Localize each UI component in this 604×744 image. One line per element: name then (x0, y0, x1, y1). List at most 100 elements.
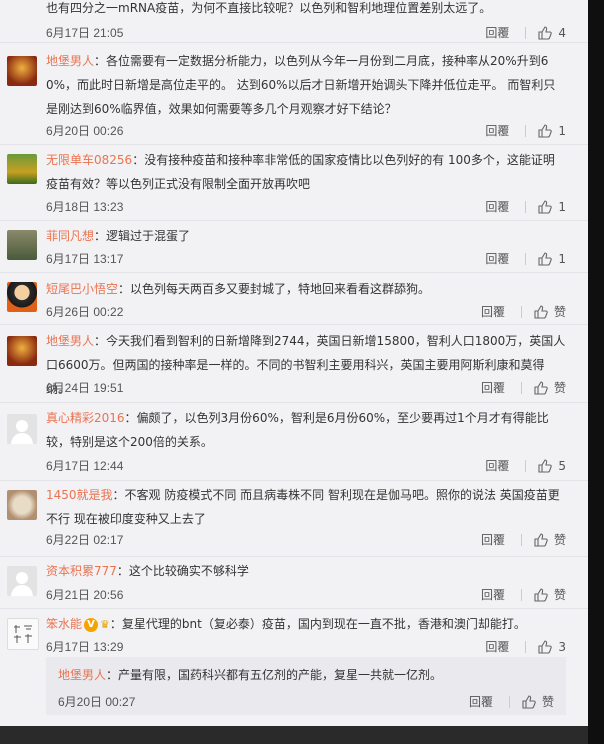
thumbs-up-icon (534, 587, 548, 602)
like-count: 赞 (553, 588, 566, 602)
reply-button[interactable]: 回覆 (469, 693, 493, 710)
comment-time: 6月21日 20:56 (46, 588, 124, 602)
username-link[interactable]: 短尾巴小悟空 (46, 282, 118, 296)
comment-text: 资本积累777：这个比较确实不够科学 (46, 564, 249, 578)
username-link[interactable]: 地堡男人 (58, 668, 106, 682)
like-count: 1 (558, 123, 566, 138)
comment-time: 6月17日 13:29 (46, 640, 124, 654)
reply-button[interactable]: 回覆 (485, 198, 509, 215)
scrollbar-track[interactable] (588, 0, 604, 744)
like-count: 1 (558, 251, 566, 266)
thumbs-up-icon (534, 304, 548, 319)
like-count: 5 (558, 458, 566, 473)
reply-text: 地堡男人：产量有限，国药科兴都有五亿剂的产能，复星一共就一亿剂。 (58, 668, 443, 682)
comment-time: 6月17日 12:44 (46, 459, 124, 473)
reply-button[interactable]: 回覆 (485, 457, 509, 474)
avatar[interactable] (7, 414, 37, 444)
nested-reply: 地堡男人：产量有限，国药科兴都有五亿剂的产能，复星一共就一亿剂。 6月20日 0… (46, 657, 566, 715)
avatar[interactable] (7, 282, 37, 312)
comment-item: 无限单车08256：没有接种疫苗和接种率非常低的国家疫情比以色列好的有 100多… (0, 144, 588, 221)
comment-text: 也有四分之一mRNA疫苗，为何不直接比较呢？以色列和智利地理位置差别太远了。 (46, 1, 492, 15)
thumbs-up-icon (534, 380, 548, 395)
like-count: 1 (558, 199, 566, 214)
comment-item: 地堡男人：各位需要有一定数据分析能力，以色列从今年一月份到二月底，接种率从20%… (0, 42, 588, 145)
username-link[interactable]: 无限单车08256 (46, 153, 132, 167)
comment-item: 地堡男人：今天我们看到智利的日新增降到2744，英国日新增15800，智利人口1… (0, 324, 588, 403)
thumbs-up-icon (522, 694, 536, 709)
like-button[interactable]: 赞 (534, 379, 566, 396)
like-button[interactable]: 1 (538, 252, 566, 266)
comment-panel: 也有四分之一mRNA疫苗，为何不直接比较呢？以色列和智利地理位置差别太远了。 6… (0, 0, 588, 726)
username-link[interactable]: 1450就是我 (46, 488, 113, 502)
comment-item: 也有四分之一mRNA疫苗，为何不直接比较呢？以色列和智利地理位置差别太远了。 6… (0, 0, 588, 43)
comment-text: 1450就是我：不客观 防疫模式不同 而且病毒株不同 智利现在是伽马吧。照你的说… (46, 488, 560, 526)
crown-icon: ♛ (100, 618, 110, 631)
like-button[interactable]: 1 (538, 124, 566, 138)
vip-badge-icon: V (84, 617, 99, 632)
username-link[interactable]: 地堡男人 (46, 54, 94, 68)
comment-text: 菲同凡想：逻辑过于混蛋了 (46, 229, 191, 243)
calligraphy-avatar-icon (14, 625, 32, 643)
reply-button[interactable]: 回覆 (485, 250, 509, 267)
comment-item: 短尾巴小悟空：以色列每天两百多又要封城了，特地回来看看这群舔狗。 6月26日 0… (0, 272, 588, 325)
comment-item: 资本积累777：这个比较确实不够科学 6月21日 20:56 回覆 赞 (0, 556, 588, 609)
avatar[interactable] (7, 230, 37, 260)
reply-button[interactable]: 回覆 (481, 531, 505, 548)
comment-time: 6月17日 13:17 (46, 252, 124, 266)
avatar[interactable] (7, 618, 39, 650)
thumbs-up-icon (538, 639, 553, 654)
like-button[interactable]: 5 (538, 459, 566, 473)
username-link[interactable]: 笨水能 (46, 617, 82, 631)
thumbs-up-icon (534, 532, 548, 547)
reply-button[interactable]: 回覆 (485, 24, 509, 41)
reply-button[interactable]: 回覆 (485, 638, 509, 655)
like-button[interactable]: 赞 (534, 303, 566, 320)
default-avatar-icon (7, 566, 37, 596)
like-button[interactable]: 4 (538, 26, 566, 40)
reply-time: 6月20日 00:27 (58, 695, 136, 709)
comment-text: 笨水能 V ♛：复星代理的bnt（复必泰）疫苗，国内到现在一直不批，香港和澳门却能打… (46, 617, 526, 632)
like-button[interactable]: 3 (538, 640, 566, 654)
like-button[interactable]: 赞 (534, 531, 566, 548)
comment-time: 6月24日 19:51 (46, 381, 124, 395)
avatar[interactable] (7, 336, 37, 366)
comment-text: 无限单车08256：没有接种疫苗和接种率非常低的国家疫情比以色列好的有 100多… (46, 153, 555, 191)
like-count: 赞 (541, 695, 554, 709)
username-link[interactable]: 资本积累777 (46, 564, 117, 578)
username-link[interactable]: 菲同凡想 (46, 229, 94, 243)
thumbs-up-icon (538, 25, 553, 40)
comment-text: 短尾巴小悟空：以色列每天两百多又要封城了，特地回来看看这群舔狗。 (46, 282, 431, 296)
like-count: 4 (558, 25, 566, 40)
comment-text: 地堡男人：各位需要有一定数据分析能力，以色列从今年一月份到二月底，接种率从20%… (46, 54, 556, 116)
avatar[interactable] (7, 490, 37, 520)
comment-time: 6月17日 21:05 (46, 26, 124, 40)
reply-button[interactable]: 回覆 (481, 303, 505, 320)
like-count: 3 (558, 639, 566, 654)
like-count: 赞 (553, 381, 566, 395)
comment-time: 6月20日 00:26 (46, 124, 124, 138)
window-bottom-edge (0, 726, 588, 744)
avatar[interactable] (7, 56, 37, 86)
default-avatar-icon (7, 414, 37, 444)
comment-item: 菲同凡想：逻辑过于混蛋了 6月17日 13:17 回覆 1 (0, 220, 588, 273)
username-link[interactable]: 地堡男人 (46, 334, 94, 348)
like-count: 赞 (553, 533, 566, 547)
thumbs-up-icon (538, 199, 553, 214)
reply-button[interactable]: 回覆 (481, 379, 505, 396)
reply-button[interactable]: 回覆 (485, 122, 509, 139)
comment-item: 真心精彩2016：偏颇了，以色列3月份60%，智利是6月份60%，至少要再过1个… (0, 402, 588, 481)
thumbs-up-icon (538, 251, 553, 266)
reply-button[interactable]: 回覆 (481, 586, 505, 603)
comment-item: 1450就是我：不客观 防疫模式不同 而且病毒株不同 智利现在是伽马吧。照你的说… (0, 480, 588, 557)
comment-time: 6月18日 13:23 (46, 200, 124, 214)
comment-text: 真心精彩2016：偏颇了，以色列3月份60%，智利是6月份60%，至少要再过1个… (46, 411, 549, 449)
avatar[interactable] (7, 566, 37, 596)
comment-time: 6月26日 00:22 (46, 305, 124, 319)
thumbs-up-icon (538, 458, 553, 473)
like-button[interactable]: 赞 (522, 693, 554, 710)
avatar[interactable] (7, 154, 37, 184)
username-link[interactable]: 真心精彩2016 (46, 411, 125, 425)
like-button[interactable]: 1 (538, 200, 566, 214)
like-count: 赞 (553, 305, 566, 319)
like-button[interactable]: 赞 (534, 586, 566, 603)
